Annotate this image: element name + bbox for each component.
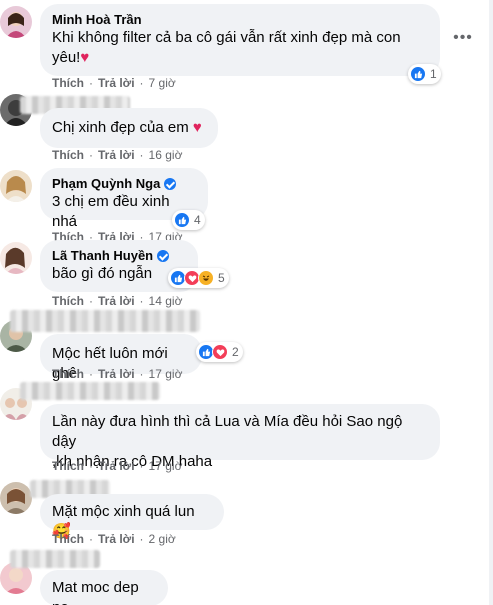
reply-link[interactable]: Trả lời	[98, 532, 135, 546]
reply-link[interactable]: Trả lời	[98, 294, 135, 308]
blurred-name	[20, 382, 160, 400]
love-reaction-icon	[212, 344, 228, 360]
comment-text: Mat moc dep ne	[52, 579, 139, 605]
blurred-name	[10, 310, 200, 332]
comment-bubble: Mat moc dep ne	[40, 570, 168, 605]
like-link[interactable]: Thích	[52, 148, 84, 162]
like-link[interactable]: Thích	[52, 459, 84, 473]
comment-actions: Thích · Trả lời · 2 giờ	[52, 532, 176, 546]
like-link[interactable]: Thích	[52, 532, 84, 546]
like-reaction-icon	[410, 66, 426, 82]
comment-time[interactable]: 17 giờ	[149, 459, 183, 473]
like-link[interactable]: Thích	[52, 367, 84, 381]
comment-text: Lần này đưa hình thì cả Lua và Mía đều h…	[52, 413, 403, 450]
comment-time[interactable]: 7 giờ	[149, 76, 176, 90]
like-link[interactable]: Thích	[52, 76, 84, 90]
blurred-name	[10, 550, 100, 568]
like-link[interactable]: Thích	[52, 294, 84, 308]
comment-text: yêu!♥	[52, 49, 90, 66]
comment-author[interactable]: Lã Thanh Huyền	[52, 248, 186, 264]
reaction-count: 1	[430, 67, 437, 81]
reply-link[interactable]: Trả lời	[98, 76, 135, 90]
comment-author[interactable]: Phạm Quỳnh Nga	[52, 176, 196, 192]
scrollbar[interactable]	[489, 0, 493, 605]
comment-actions: Thích · Trả lời · 17 giờ	[52, 367, 183, 381]
comment-bubble: Mặt mộc xinh quá lun 🥰	[40, 494, 224, 540]
reaction-summary[interactable]: 2	[196, 342, 243, 362]
reply-link[interactable]: Trả lời	[98, 148, 135, 162]
comment-bubble: Chị xinh đẹp của em ♥	[40, 108, 218, 148]
more-horizontal-icon[interactable]: •••	[453, 28, 473, 48]
avatar[interactable]	[0, 482, 32, 514]
comment-time[interactable]: 16 giờ	[149, 148, 183, 162]
verified-badge-icon	[164, 178, 177, 190]
reaction-count: 4	[194, 213, 201, 227]
comment-text: Khi không filter cả ba cô gái vẫn rất xi…	[52, 29, 401, 46]
comment-actions: Thích · Trả lời · 16 giờ	[52, 148, 183, 162]
reaction-summary[interactable]: 4	[172, 210, 205, 230]
comment-time[interactable]: 2 giờ	[149, 532, 176, 546]
comment-text: Chị xinh đẹp của em ♥	[52, 119, 202, 136]
comment-bubble: Minh Hoà Trần Khi không filter cả ba cô …	[40, 4, 440, 76]
comment-actions: Thích · Trả lời · 14 giờ	[52, 294, 183, 308]
comment-author[interactable]: Minh Hoà Trần	[52, 12, 428, 28]
reply-link[interactable]: Trả lời	[98, 367, 135, 381]
comment-actions: Thích · Trả lời · 7 giờ	[52, 76, 176, 90]
comment-time[interactable]: 14 giờ	[149, 294, 183, 308]
comment-time[interactable]: 17 giờ	[149, 367, 183, 381]
avatar[interactable]	[0, 170, 32, 202]
like-reaction-icon	[174, 212, 190, 228]
heart-emoji-icon: ♥	[80, 49, 90, 66]
reaction-count: 2	[232, 345, 239, 359]
comment-actions: Thích · Trả lời · 17 giờ	[52, 459, 183, 473]
avatar[interactable]	[0, 6, 32, 38]
comment-text: bão gì đó ngẫn	[52, 265, 153, 282]
comment-bubble: Lần này đưa hình thì cả Lua và Mía đều h…	[40, 404, 440, 470]
reply-link[interactable]: Trả lời	[98, 459, 135, 473]
reaction-count: 5	[218, 271, 225, 285]
avatar[interactable]	[0, 242, 32, 274]
reaction-summary[interactable]: 1	[408, 64, 441, 84]
haha-reaction-icon	[198, 270, 214, 286]
reaction-summary[interactable]: 5	[168, 268, 229, 288]
heart-emoji-icon: ♥	[192, 119, 202, 136]
verified-badge-icon	[157, 250, 170, 262]
